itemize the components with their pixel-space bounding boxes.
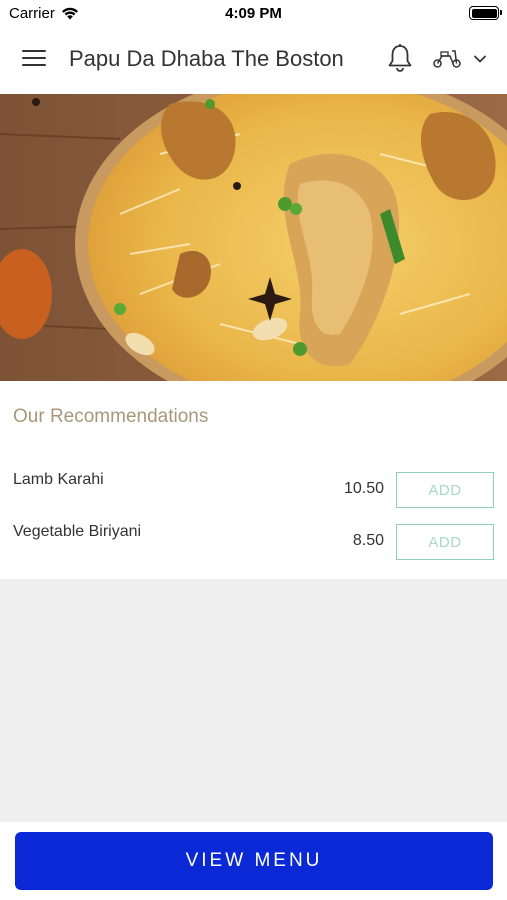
status-bar: Carrier 4:09 PM xyxy=(0,0,507,26)
item-price: 10.50 xyxy=(343,480,384,497)
status-time: 4:09 PM xyxy=(225,5,282,22)
add-button[interactable]: ADD xyxy=(396,524,494,560)
item-name: Lamb Karahi xyxy=(13,471,104,488)
restaurant-title: Papu Da Dhaba The Boston xyxy=(69,46,344,71)
item-price: 8.50 xyxy=(352,532,384,549)
item-name: Vegetable Biriyani xyxy=(13,523,142,540)
recommendations-section: Our Recommendations Lamb Karahi 10.50 AD… xyxy=(0,381,507,579)
app-header: Papu Da Dhaba The Boston xyxy=(0,26,507,94)
chevron-down-icon[interactable] xyxy=(472,53,488,65)
hero-food-image xyxy=(0,94,507,381)
battery-icon xyxy=(469,6,502,20)
recommendations-heading: Our Recommendations xyxy=(13,406,209,427)
bell-icon[interactable] xyxy=(386,43,414,73)
view-menu-button[interactable]: VIEW MENU xyxy=(15,832,493,890)
hamburger-menu-icon[interactable] xyxy=(22,50,46,70)
biryani-illustration xyxy=(0,94,507,381)
bottom-bar: VIEW MENU xyxy=(0,822,507,900)
list-item: Lamb Karahi 10.50 ADD xyxy=(0,465,507,508)
add-button[interactable]: ADD xyxy=(396,472,494,508)
list-item: Vegetable Biriyani 8.50 ADD xyxy=(0,517,507,560)
scooter-icon[interactable] xyxy=(432,47,462,69)
